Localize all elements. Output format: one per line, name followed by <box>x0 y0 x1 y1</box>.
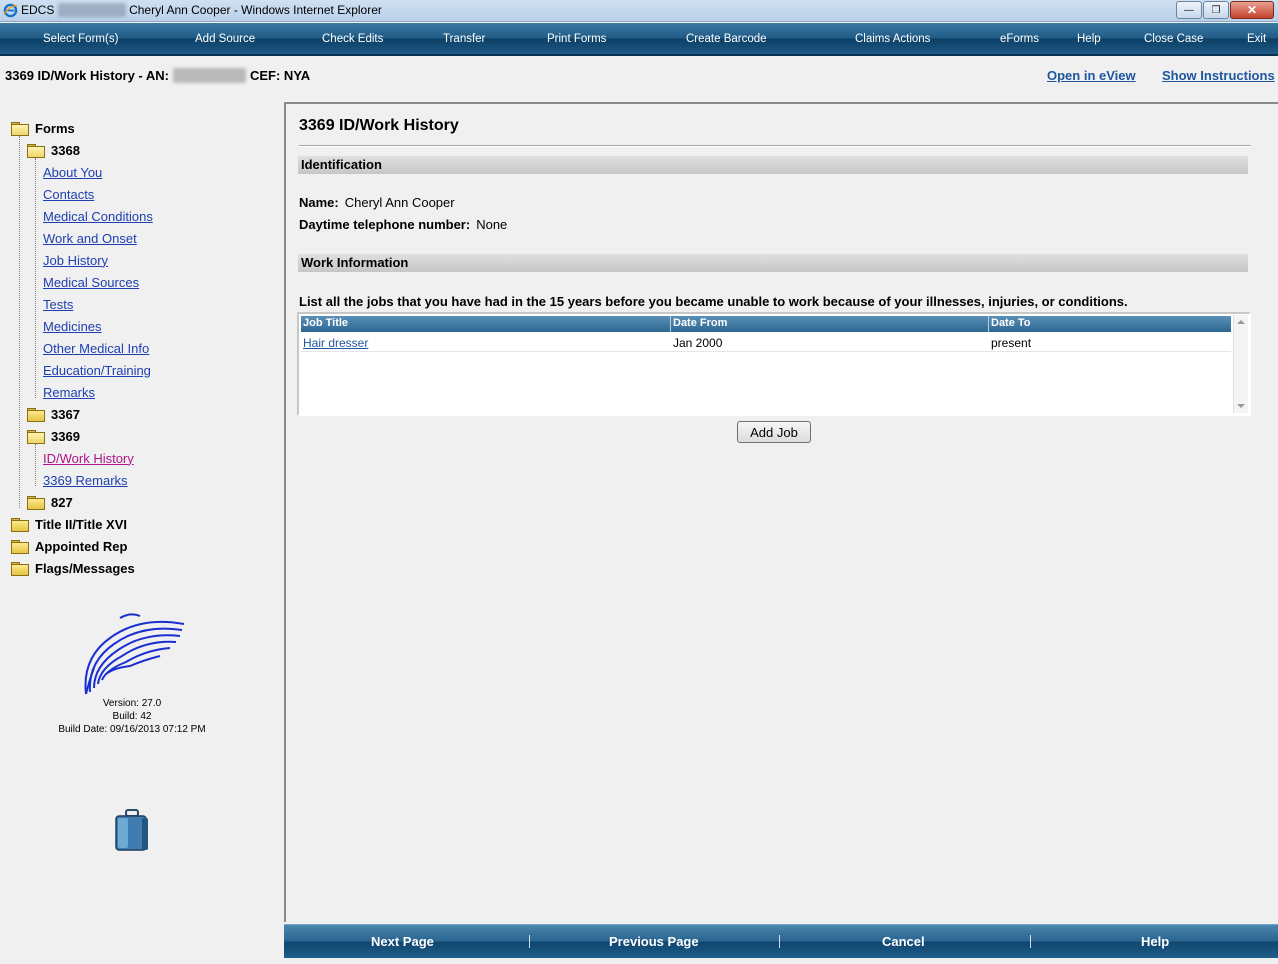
menu-transfer[interactable]: Transfer <box>443 33 485 45</box>
tree-link-medical-sources[interactable]: Medical Sources <box>43 275 139 290</box>
folder-icon <box>27 496 45 510</box>
tree-3368[interactable]: 3368 <box>27 140 80 160</box>
work-instruction-text: List all the jobs that you have had in t… <box>299 294 1128 309</box>
tree-link-tests[interactable]: Tests <box>43 297 73 312</box>
app-name: EDCS <box>21 3 55 17</box>
case-title-suffix: CEF: NYA <box>249 68 311 83</box>
case-title-prefix: 3369 ID/Work History - AN: <box>5 68 169 83</box>
redacted-ssn: 353-64-5508 <box>57 3 126 17</box>
tree-link-job-history[interactable]: Job History <box>43 253 108 268</box>
tree-forms-label: Forms <box>35 120 75 136</box>
tree-flags-label: Flags/Messages <box>35 560 135 576</box>
column-header-job-title[interactable]: Job Title <box>301 316 671 332</box>
internet-explorer-icon <box>3 3 18 18</box>
work-information-section-header: Work Information <box>298 254 1248 272</box>
page-navigation-bar: Next Page Previous Page Cancel Help <box>284 924 1278 958</box>
name-field: Name: Cheryl Ann Cooper <box>299 195 455 210</box>
tree-link-other-medical-info[interactable]: Other Medical Info <box>43 341 149 356</box>
menu-close-case[interactable]: Close Case <box>1144 33 1203 45</box>
redacted-an: 353-64-5508 <box>172 68 247 83</box>
tree-appointed-rep-label: Appointed Rep <box>35 538 128 554</box>
column-header-date-to[interactable]: Date To <box>989 316 1231 332</box>
menu-print-forms[interactable]: Print Forms <box>547 33 606 45</box>
tree-link-contacts[interactable]: Contacts <box>43 187 94 202</box>
jobs-table: Job Title Date From Date To Hair dresser… <box>297 312 1251 416</box>
folder-icon <box>27 408 45 422</box>
menu-select-forms[interactable]: Select Form(s) <box>43 33 118 45</box>
phone-field: Daytime telephone number: None <box>299 217 507 232</box>
previous-page-button[interactable]: Previous Page <box>609 934 699 949</box>
date-from-cell: Jan 2000 <box>673 336 723 350</box>
close-window-button[interactable]: ✕ <box>1230 1 1274 19</box>
tree-title-ii-label: Title II/Title XVI <box>35 516 127 532</box>
tree-link-3369-remarks[interactable]: 3369 Remarks <box>43 473 128 488</box>
date-to-cell: present <box>991 336 1032 350</box>
menu-add-source[interactable]: Add Source <box>195 33 255 45</box>
tree-appointed-rep[interactable]: Appointed Rep <box>11 536 127 556</box>
folder-open-icon <box>27 430 45 444</box>
minimize-button[interactable]: — <box>1176 1 1202 19</box>
briefcase-icon[interactable] <box>112 808 152 854</box>
eagle-logo-icon <box>84 613 185 695</box>
menu-help[interactable]: Help <box>1077 33 1101 45</box>
tree-title-ii[interactable]: Title II/Title XVI <box>11 514 127 534</box>
menu-claims-actions[interactable]: Claims Actions <box>855 33 930 45</box>
build-date-text: Build Date: 09/16/2013 07:12 PM <box>58 724 206 735</box>
tree-link-about-you[interactable]: About You <box>43 165 102 180</box>
tree-3367-label: 3367 <box>51 406 80 422</box>
name-value: Cheryl Ann Cooper <box>344 195 455 210</box>
jobs-table-header: Job Title Date From Date To <box>301 316 1231 332</box>
menu-create-barcode[interactable]: Create Barcode <box>686 33 767 45</box>
identification-section-header: Identification <box>298 156 1248 174</box>
tree-link-medical-conditions[interactable]: Medical Conditions <box>43 209 153 224</box>
folder-icon <box>11 518 29 532</box>
phone-value: None <box>476 217 508 232</box>
page-title: 3369 ID/Work History <box>299 117 459 134</box>
folder-icon <box>11 562 29 576</box>
next-page-button[interactable]: Next Page <box>371 934 434 949</box>
main-menu-bar: Select Form(s) Add Source Check Edits Tr… <box>0 23 1278 56</box>
form-content-panel: 3369 ID/Work History Identification Name… <box>284 102 1278 922</box>
scroll-up-icon[interactable] <box>1237 320 1245 324</box>
menu-check-edits[interactable]: Check Edits <box>322 33 383 45</box>
jobs-table-scrollbar[interactable] <box>1233 315 1248 413</box>
build-text: Build: 42 <box>112 711 152 722</box>
folder-open-icon <box>27 144 45 158</box>
help-button[interactable]: Help <box>1141 934 1169 949</box>
menu-exit[interactable]: Exit <box>1247 33 1266 45</box>
tree-827[interactable]: 827 <box>27 492 73 512</box>
menu-eforms[interactable]: eForms <box>1000 33 1039 45</box>
tree-3369-label: 3369 <box>51 428 80 444</box>
version-text: Version: 27.0 <box>102 698 162 709</box>
folder-open-icon <box>11 122 29 136</box>
tree-forms[interactable]: Forms <box>11 118 75 138</box>
column-header-date-from[interactable]: Date From <box>671 316 989 332</box>
name-label: Name: <box>299 195 339 210</box>
maximize-button[interactable]: ❐ <box>1203 1 1229 19</box>
open-in-eview-link[interactable]: Open in eView <box>1047 68 1136 83</box>
folder-icon <box>11 540 29 554</box>
tree-3368-label: 3368 <box>51 142 80 158</box>
window-title: EDCS 353-64-5508 Cheryl Ann Cooper - Win… <box>21 3 382 17</box>
add-job-button[interactable]: Add Job <box>737 421 811 443</box>
window-titlebar: EDCS 353-64-5508 Cheryl Ann Cooper - Win… <box>0 0 1278 22</box>
tree-link-education-training[interactable]: Education/Training <box>43 363 151 378</box>
window-user: Cheryl Ann Cooper - Windows Internet Exp… <box>129 3 382 17</box>
form-navigation-tree: Forms 3368 About You Contacts Medical Co… <box>0 104 283 922</box>
scroll-down-icon[interactable] <box>1237 404 1245 408</box>
tree-3369[interactable]: 3369 <box>27 426 80 446</box>
tree-link-id-work-history[interactable]: ID/Work History <box>43 451 134 466</box>
tree-link-remarks[interactable]: Remarks <box>43 385 95 400</box>
tree-link-work-and-onset[interactable]: Work and Onset <box>43 231 137 246</box>
tree-link-medicines[interactable]: Medicines <box>43 319 102 334</box>
tree-827-label: 827 <box>51 494 73 510</box>
show-instructions-link[interactable]: Show Instructions <box>1162 68 1275 83</box>
job-title-link[interactable]: Hair dresser <box>303 336 368 350</box>
table-row[interactable]: Hair dresser Jan 2000 present <box>301 334 1231 352</box>
phone-label: Daytime telephone number: <box>299 217 471 232</box>
cancel-button[interactable]: Cancel <box>882 934 925 949</box>
case-title: 3369 ID/Work History - AN: 353-64-5508 C… <box>5 68 310 83</box>
tree-flags-messages[interactable]: Flags/Messages <box>11 558 135 578</box>
tree-3367[interactable]: 3367 <box>27 404 80 424</box>
